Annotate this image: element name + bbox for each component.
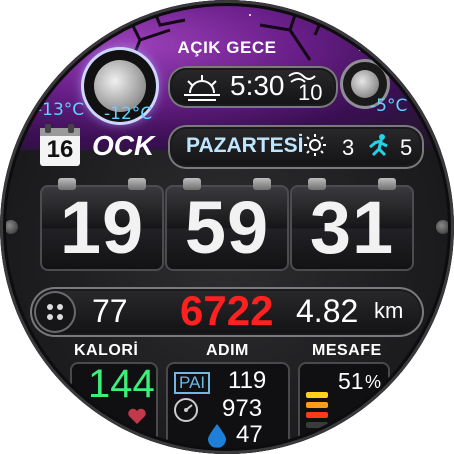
weather-condition-title: AÇIK GECE <box>177 38 277 57</box>
water-value: 47 <box>236 421 263 448</box>
calendar-icon: 16 <box>40 124 80 166</box>
distance-unit: km <box>374 298 404 323</box>
uv-sun-icon <box>303 133 327 163</box>
seconds-value: 31 <box>309 186 395 269</box>
hours-value: 19 <box>59 186 145 269</box>
hours-card: 19 <box>40 178 164 271</box>
seconds-card: 31 <box>290 178 414 271</box>
left-screw <box>4 220 18 234</box>
sunrise-icon <box>180 73 224 105</box>
activity-count: 5 <box>400 135 413 160</box>
temp-low: -13°C <box>36 100 85 120</box>
menu-dots-icon[interactable] <box>34 291 76 333</box>
metric-value: 973 <box>222 395 263 422</box>
temp-right: -5°C <box>370 96 408 116</box>
calories-value: 144 <box>88 362 155 406</box>
water-drop-icon <box>206 422 228 452</box>
minutes-card: 59 <box>165 178 289 271</box>
heart-icon <box>127 407 147 429</box>
uv-value: 10 <box>298 80 323 105</box>
running-icon <box>365 133 391 163</box>
uv-index-value: 3 <box>342 135 355 160</box>
pai-label: PAI <box>174 372 211 394</box>
weekday-label: PAZARTESİ <box>186 134 304 157</box>
distance-value: 4.82 <box>296 293 359 329</box>
battery-percent: 51 <box>338 368 364 394</box>
speedometer-icon <box>172 396 200 428</box>
right-screw <box>436 220 450 234</box>
calories-label: KALORİ <box>74 342 139 359</box>
battery-unit: % <box>365 372 382 392</box>
watch-face: AÇIK GECE 5:30 10 -13°C -12°C -5°C 16 OC… <box>0 0 454 454</box>
calories-small-value: 77 <box>92 293 128 329</box>
month-label: OCK <box>92 130 155 161</box>
minutes-value: 59 <box>184 186 270 269</box>
sunrise-time: 5:30 <box>230 70 285 101</box>
steps-label: ADIM <box>206 342 249 359</box>
distance-label: MESAFE <box>312 342 382 359</box>
steps-value: 6722 <box>180 287 274 334</box>
battery-level-bars <box>306 392 332 436</box>
pai-value: 119 <box>228 367 267 394</box>
calendar-day: 16 <box>46 136 74 163</box>
temp-current: -12°C <box>104 104 153 124</box>
